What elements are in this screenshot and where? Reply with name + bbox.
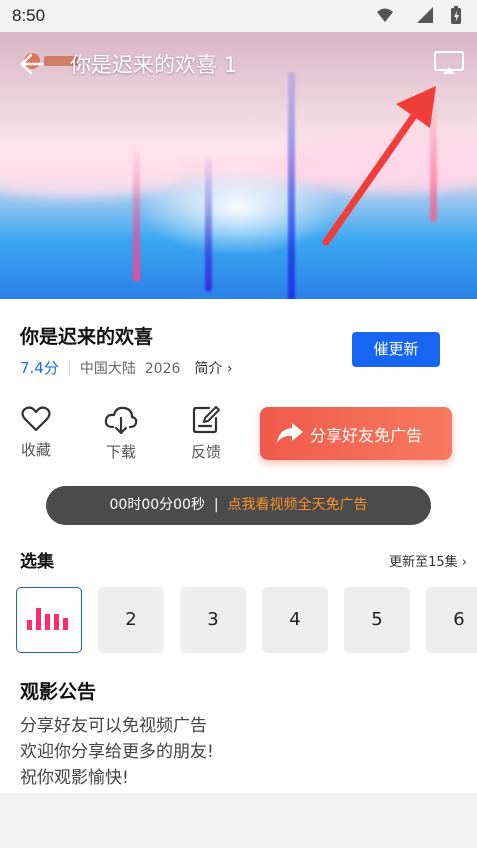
status-icons (377, 6, 461, 24)
episode-item-3[interactable]: 3 (180, 587, 246, 653)
notice-line: 祝你观影愉快! (20, 768, 129, 788)
episode-item-6[interactable]: 6 (426, 587, 477, 653)
update-info: 更新至15集 (389, 555, 458, 570)
favorite-label: 收藏 (20, 441, 51, 459)
annotation-arrow-icon (322, 86, 436, 246)
chevron-right-icon: › (226, 361, 233, 377)
drama-title: 你是迟来的欢喜 (20, 326, 154, 348)
playing-equalizer-icon (27, 608, 68, 630)
notice-heading: 观影公告 (20, 681, 97, 703)
video-frame-beam (205, 152, 212, 292)
bar-separator: | (213, 497, 219, 513)
chevron-right-icon: › (461, 555, 467, 570)
app-root: 8:50 你是迟来的欢喜 1 你是迟来的欢喜 7.4分 中国大陆 2026 简介… (0, 0, 477, 848)
edit-feedback-icon (192, 406, 220, 434)
video-title: 你是迟来的欢喜 1 (70, 53, 238, 77)
download-label: 下载 (105, 443, 136, 461)
episode-item-1[interactable] (16, 587, 82, 653)
bottom-area (0, 793, 477, 848)
year-label: 2026 (144, 361, 181, 377)
wifi-icon (377, 8, 393, 22)
share-free-ad-button[interactable]: 分享好友免广告 (260, 407, 452, 460)
notice-line: 分享好友可以免视频广告 (20, 716, 207, 736)
battery-icon (451, 6, 461, 24)
drama-meta: 7.4分 中国大陆 2026 简介 › (20, 357, 232, 378)
cloud-download-icon (104, 406, 138, 435)
favorite-button[interactable]: 收藏 (6, 405, 66, 460)
status-time: 8:50 (12, 6, 46, 25)
divider (68, 361, 70, 375)
video-player[interactable]: 你是迟来的欢喜 1 (0, 32, 477, 299)
countdown-timer: 00时00分00秒 (109, 497, 205, 513)
heart-icon (21, 406, 51, 432)
status-bar: 8:50 (0, 0, 477, 32)
intro-label: 简介 (194, 361, 223, 377)
watch-ad-promo-link[interactable]: 点我看视频全天免广告 (227, 497, 367, 513)
back-arrow-icon[interactable] (18, 52, 44, 76)
signal-icon (417, 7, 433, 23)
video-frame-beam (133, 142, 140, 282)
episode-item-4[interactable]: 4 (262, 587, 328, 653)
episode-item-5[interactable]: 5 (344, 587, 410, 653)
urge-update-button[interactable]: 催更新 (352, 332, 440, 367)
region-label: 中国大陆 (79, 361, 136, 377)
video-frame-beam (288, 72, 295, 299)
episode-update-link[interactable]: 更新至15集 › (389, 551, 467, 570)
download-button[interactable]: 下载 (91, 405, 151, 462)
share-label: 分享好友免广告 (310, 426, 423, 445)
screen-cast-icon[interactable] (433, 50, 465, 76)
feedback-label: 反馈 (190, 443, 221, 461)
episodes-heading: 选集 (20, 552, 54, 572)
video-frame-cloud (0, 142, 190, 197)
notice-line: 欢迎你分享给更多的朋友! (20, 742, 214, 762)
episode-item-2[interactable]: 2 (98, 587, 164, 653)
rating-score: 7.4分 (20, 359, 59, 377)
notice-body: 分享好友可以免视频广告 欢迎你分享给更多的朋友! 祝你观影愉快! (20, 713, 214, 791)
ad-free-bar[interactable]: 00时00分00秒 | 点我看视频全天免广告 (46, 486, 431, 525)
feedback-button[interactable]: 反馈 (176, 405, 236, 462)
intro-link[interactable]: 简介 › (194, 361, 232, 377)
share-arrow-icon (277, 423, 303, 443)
